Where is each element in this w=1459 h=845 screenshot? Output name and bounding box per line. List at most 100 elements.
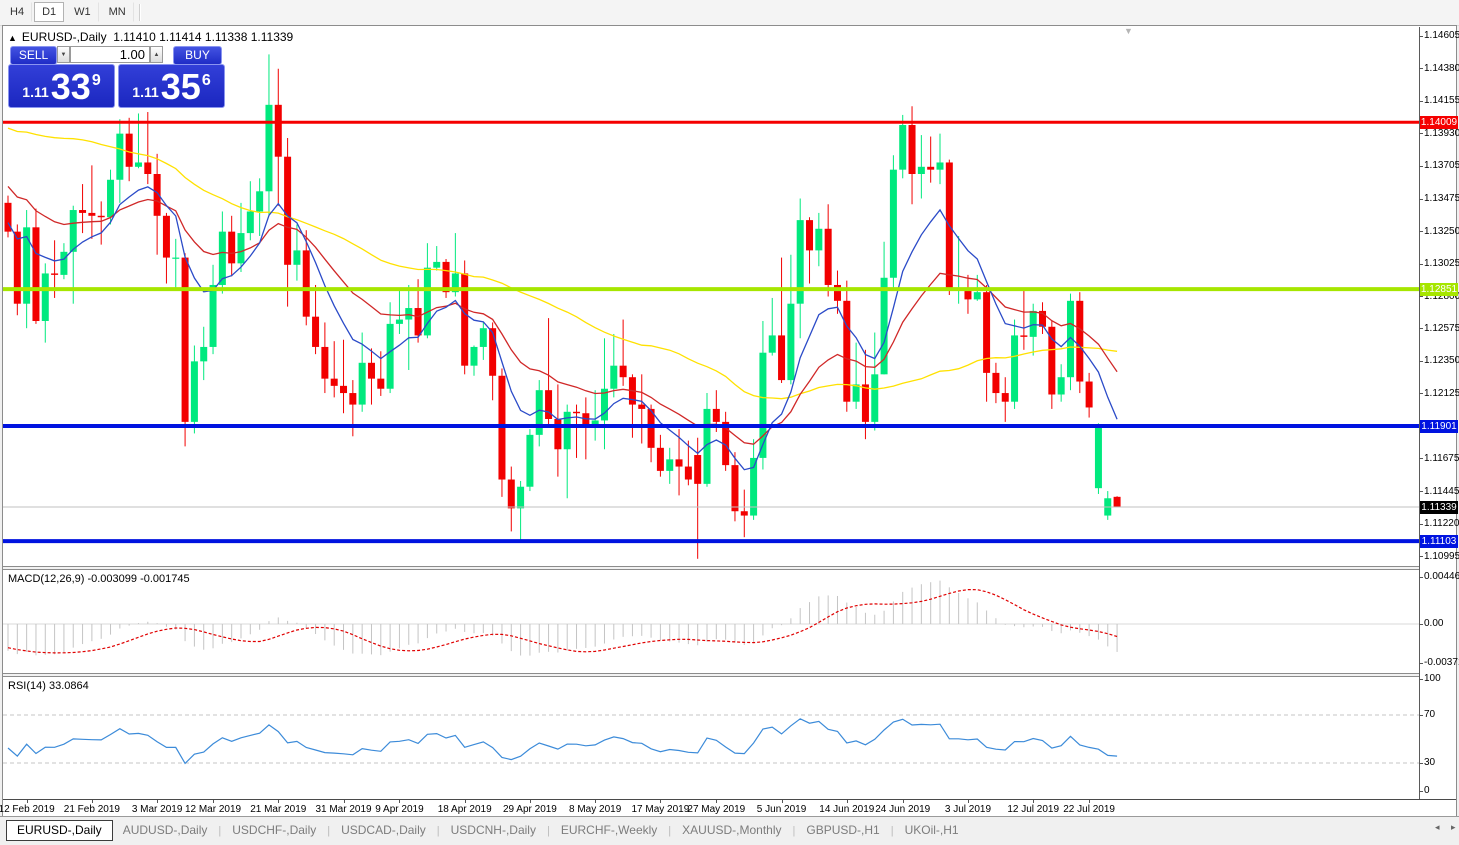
sell-button[interactable]: SELL (10, 46, 57, 65)
time-tick-mark (1033, 800, 1034, 803)
tab-eurchf-weekly[interactable]: EURCHF-,Weekly (551, 821, 667, 840)
macd-tick-label: 0.00 (1424, 618, 1443, 629)
rsi-tick-label: 0 (1424, 785, 1430, 796)
tab-separator: | (891, 825, 894, 837)
price-tick-label: 1.13025 (1424, 258, 1459, 269)
time-tick-mark (595, 800, 596, 803)
rsi-tick-label: 70 (1424, 709, 1435, 720)
time-tick-mark (903, 800, 904, 803)
tab-usdcad-daily[interactable]: USDCAD-,Daily (331, 821, 436, 840)
time-tick-mark (1089, 800, 1090, 803)
price-level-label-1.11103: 1.11103 (1420, 535, 1458, 548)
tab-separator: | (327, 825, 330, 837)
time-axis-label: 18 Apr 2019 (430, 804, 500, 815)
chevron-up-icon: ▲ (154, 52, 160, 58)
macd-signal-line (8, 590, 1117, 653)
price-tick-mark (1419, 393, 1423, 394)
rsi-tick-label: 100 (1424, 673, 1441, 684)
price-tick-label: 1.13475 (1424, 193, 1459, 204)
sell-price-prefix: 1.11 (22, 84, 48, 100)
volume-input[interactable]: 1.00 (70, 46, 150, 63)
scroll-to-end-marker-icon[interactable]: ▼ (1124, 26, 1133, 36)
macd-tick-label: -0.003715 (1424, 657, 1459, 668)
rsi-tick-mark (1419, 679, 1423, 680)
tab-audusd-daily[interactable]: AUDUSD-,Daily (113, 821, 218, 840)
timeframe-button-w1[interactable]: W1 (66, 2, 99, 22)
macd-tick-mark (1419, 624, 1423, 625)
price-tick-label: 1.12575 (1424, 323, 1459, 334)
timeframe-toolbar: H4D1W1MN (0, 0, 1459, 26)
time-axis-label: 21 Feb 2019 (57, 804, 127, 815)
macd-tick-mark (1419, 663, 1423, 664)
tab-usdchf-daily[interactable]: USDCHF-,Daily (222, 821, 326, 840)
timeframe-button-d1[interactable]: D1 (34, 2, 64, 22)
price-tick-label: 1.12125 (1424, 388, 1459, 399)
time-tick-mark (968, 800, 969, 803)
tab-separator: | (437, 825, 440, 837)
time-axis-label: 12 Mar 2019 (178, 804, 248, 815)
price-tick-label: 1.11220 (1424, 518, 1459, 529)
price-tick-label: 1.11675 (1424, 453, 1459, 464)
price-level-label-1.11901: 1.11901 (1420, 420, 1458, 433)
price-tick-label: 1.11445 (1424, 486, 1459, 497)
price-tick-label: 1.13705 (1424, 160, 1459, 171)
chart-header: ▲EURUSD-,Daily 1.11410 1.11414 1.11338 1… (8, 30, 293, 44)
symbol-tab-bar: EURUSD-,DailyAUDUSD-,Daily|USDCHF-,Daily… (0, 816, 1459, 840)
macd-tick-label: 0.004465 (1424, 571, 1459, 582)
rsi-tick-label: 30 (1424, 757, 1435, 768)
collapse-panel-icon[interactable]: ▲ (8, 33, 17, 43)
tab-xauusd-monthly[interactable]: XAUUSD-,Monthly (672, 821, 791, 840)
price-tick-mark (1419, 166, 1423, 167)
price-tick-label: 1.12350 (1424, 355, 1459, 366)
tab-gbpusd-h1[interactable]: GBPUSD-,H1 (796, 821, 889, 840)
price-tick-mark (1419, 68, 1423, 69)
price-tick-mark (1419, 199, 1423, 200)
time-axis-label: 3 Jul 2019 (933, 804, 1003, 815)
price-tick-label: 1.10995 (1424, 551, 1459, 562)
chart-symbol-title: EURUSD-,Daily (22, 30, 107, 44)
time-tick-mark (399, 800, 400, 803)
price-tick-label: 1.14155 (1424, 95, 1459, 106)
tab-ukoil-h1[interactable]: UKOil-,H1 (895, 821, 969, 840)
toolbar-separator (139, 4, 141, 21)
rsi-panel-chart[interactable] (3, 677, 1419, 798)
price-tick-mark (1419, 101, 1423, 102)
price-tick-mark (1419, 491, 1423, 492)
price-tick-mark (1419, 133, 1423, 134)
price-tick-label: 1.14605 (1424, 30, 1459, 41)
tab-usdcnh-daily[interactable]: USDCNH-,Daily (441, 821, 546, 840)
chevron-down-icon: ▼ (61, 52, 67, 58)
time-tick-mark (782, 800, 783, 803)
macd-panel-chart[interactable] (3, 570, 1419, 673)
current-bid-price-label: 1.11339 (1420, 501, 1458, 514)
tab-separator: | (668, 825, 671, 837)
tab-scroll-left-icon[interactable]: ◂ (1435, 822, 1440, 832)
buy-price-button[interactable]: 1.11 35 6 (118, 64, 225, 108)
rsi-line (8, 719, 1117, 764)
candles-layer (5, 54, 1121, 558)
macd-tick-mark (1419, 577, 1423, 578)
price-tick-mark (1419, 328, 1423, 329)
buy-button[interactable]: BUY (173, 46, 222, 65)
time-axis-label: 9 Apr 2019 (364, 804, 434, 815)
time-tick-mark (530, 800, 531, 803)
price-tick-mark (1419, 231, 1423, 232)
price-tick-mark (1419, 361, 1423, 362)
timeframe-button-mn[interactable]: MN (101, 2, 134, 22)
tab-eurusd-daily[interactable]: EURUSD-,Daily (6, 820, 113, 841)
time-tick-mark (157, 800, 158, 803)
volume-decrease-button[interactable]: ▼ (57, 46, 70, 63)
volume-increase-button[interactable]: ▲ (150, 46, 163, 63)
tab-scroll-right-icon[interactable]: ▸ (1451, 822, 1456, 832)
tab-separator: | (793, 825, 796, 837)
time-axis-label: 22 Jul 2019 (1054, 804, 1124, 815)
price-tick-mark (1419, 264, 1423, 265)
price-tick-label: 1.13250 (1424, 226, 1459, 237)
time-axis-label: 27 May 2019 (681, 804, 751, 815)
rsi-tick-mark (1419, 715, 1423, 716)
macd-indicator-label: MACD(12,26,9) -0.003099 -0.001745 (8, 573, 190, 585)
time-axis-label: 24 Jun 2019 (868, 804, 938, 815)
timeframe-button-h4[interactable]: H4 (2, 2, 32, 22)
time-tick-mark (92, 800, 93, 803)
sell-price-button[interactable]: 1.11 33 9 (8, 64, 115, 108)
